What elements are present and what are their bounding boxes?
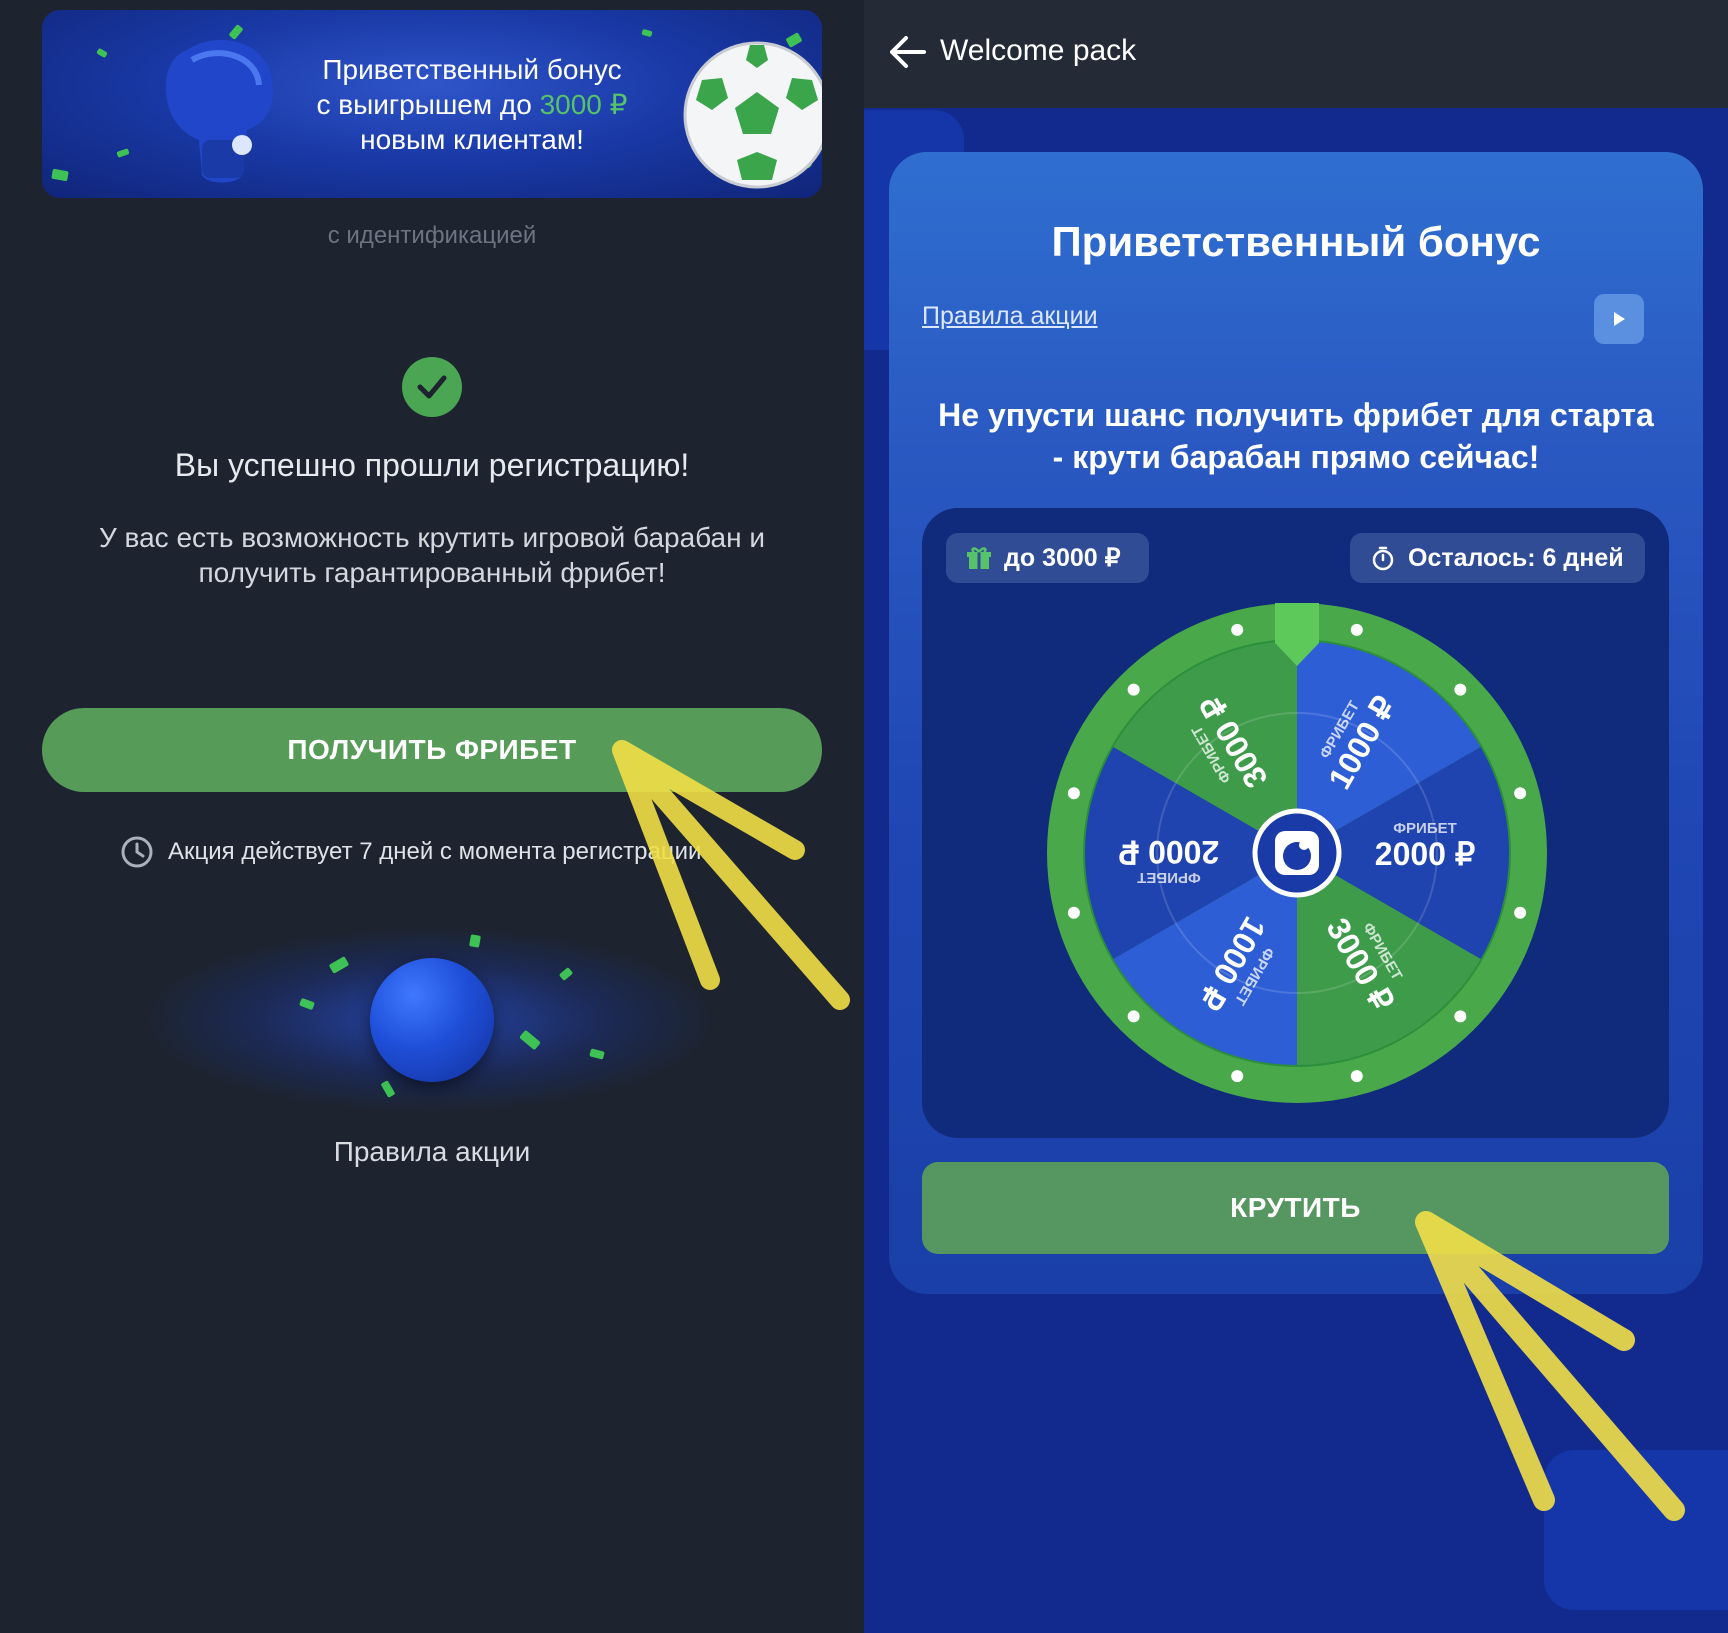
prize-chip-text: до 3000 ₽: [1004, 544, 1121, 572]
play-icon: [1614, 312, 1625, 326]
time-left-text: Осталось: 6 дней: [1408, 543, 1624, 572]
banner-amount: 3000 ₽: [539, 89, 628, 120]
confetti: [469, 934, 481, 948]
wheel-rim-dot: [1127, 1010, 1140, 1023]
success-check-icon: [402, 357, 462, 417]
right-screen: Welcome pack Приветственный бонус Правил…: [864, 0, 1728, 1633]
gift-icon: [967, 547, 991, 569]
wheel-amount: 2000 ₽: [1375, 836, 1475, 872]
blue-ball-icon: [370, 958, 494, 1082]
promo-duration-text: Акция действует 7 дней с момента регистр…: [168, 838, 702, 865]
banner-line-1: Приветственный бонус: [322, 54, 622, 85]
confetti: [96, 47, 108, 59]
wheel-rim-dot: [1514, 906, 1527, 919]
wheel-rim-dot: [1231, 1070, 1244, 1083]
wheel-rim-dot: [1067, 787, 1080, 800]
page-title: Welcome pack: [940, 34, 1137, 67]
top-bar: Welcome pack: [864, 0, 1728, 108]
banner-line-2-prefix: с выигрышем до: [316, 89, 540, 120]
background-shape: [1544, 1450, 1728, 1610]
spin-button[interactable]: КРУТИТЬ: [922, 1162, 1669, 1254]
wheel-rim-dot: [1350, 1070, 1363, 1083]
get-freebet-button[interactable]: ПОЛУЧИТЬ ФРИБЕТ: [42, 708, 822, 792]
welcome-banner[interactable]: Приветственный бонус с выигрышем до 3000…: [42, 10, 822, 198]
wheel-rim-dot: [1514, 787, 1527, 800]
wheel-rim-dot: [1350, 623, 1363, 636]
wheel-rim-dot: [1454, 1010, 1467, 1023]
confetti: [116, 148, 130, 158]
stopwatch-icon: [1372, 546, 1394, 571]
registration-success-title: Вы успешно прошли регистрацию!: [174, 447, 690, 483]
promo-duration-note: Акция действует 7 дней с момента регистр…: [120, 832, 701, 872]
rules-link[interactable]: Правила акции: [922, 302, 1098, 331]
back-arrow-icon[interactable]: [884, 30, 932, 74]
left-screen: Приветственный бонус с выигрышем до 3000…: [0, 0, 864, 1633]
wheel-rim-dot: [1067, 906, 1080, 919]
prize-chip: до 3000 ₽: [946, 533, 1149, 583]
time-left-chip: Осталось: 6 дней: [1350, 533, 1645, 583]
bonus-card-title: Приветственный бонус: [1051, 218, 1541, 265]
play-video-button[interactable]: [1594, 294, 1644, 344]
soccer-ball-icon: [683, 41, 822, 189]
banner-text: Приветственный бонус с выигрышем до 3000…: [272, 52, 672, 157]
registration-success-text: У вас есть возможность крутить игровой б…: [98, 522, 766, 588]
wheel-freebet-label: ФРИБЕТ: [1137, 869, 1201, 886]
bonus-card: Приветственный бонус Правила акции Не уп…: [889, 152, 1703, 1294]
confetti: [51, 168, 69, 182]
banner-line-3: новым клиентам!: [360, 124, 584, 155]
wheel-amount: 2000 ₽: [1119, 834, 1219, 870]
banner-line-2: с выигрышем до 3000 ₽: [272, 87, 672, 122]
wheel-freebet-label: ФРИБЕТ: [1393, 820, 1457, 837]
clock-icon: [121, 836, 153, 868]
identification-note: с идентификацией: [327, 222, 537, 249]
wheel-rim-dot: [1454, 683, 1467, 696]
wheel-panel: до 3000 ₽ Осталось: 6 дней ФРИБЕТ 1000 ₽…: [922, 508, 1669, 1138]
confetti: [641, 28, 653, 38]
wheel-rim-dot: [1127, 683, 1140, 696]
fortune-wheel[interactable]: ФРИБЕТ1000 ₽ФРИБЕТ2000 ₽ФРИБЕТ3000 ₽ФРИБ…: [1042, 598, 1552, 1108]
bonus-card-subtitle: Не упусти шанс получить фрибет для старт…: [938, 397, 1654, 475]
rules-link-left[interactable]: Правила акции: [0, 1136, 864, 1168]
wheel-rim-dot: [1231, 623, 1244, 636]
